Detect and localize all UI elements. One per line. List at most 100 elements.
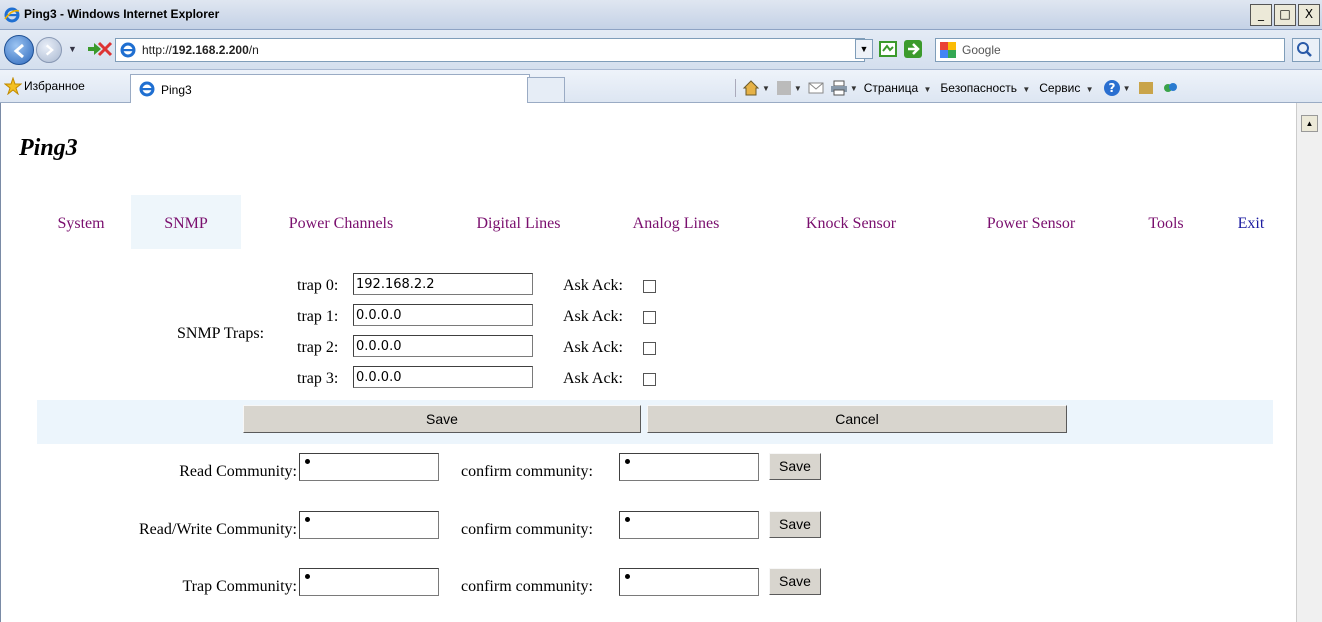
close-button[interactable]: X (1298, 4, 1320, 26)
community-label: Read/Write Community: (139, 521, 297, 538)
forward-button[interactable] (36, 37, 62, 63)
google-logo-icon (940, 42, 956, 58)
trap-ip-input[interactable] (353, 335, 533, 357)
mail-icon (808, 82, 824, 94)
confirm-community-label: confirm community: (461, 463, 593, 480)
printer-icon (830, 80, 847, 96)
community-save-button[interactable]: Save (769, 568, 821, 595)
address-toolbar: ▼ http://192.168.2.200/n ▼ Google (0, 30, 1322, 70)
trap-ip-input[interactable] (353, 366, 533, 388)
trap-community-row: Trap Community: confirm community: Save (37, 568, 937, 598)
confirm-community-input[interactable] (619, 453, 759, 481)
search-placeholder: Google (962, 43, 1001, 57)
page-content: Ping3 System SNMP Power Channels Digital… (0, 103, 1297, 622)
tab-power-sensor[interactable]: Power Sensor (956, 195, 1106, 249)
search-icon (1297, 42, 1312, 57)
messenger-icon (1163, 83, 1177, 92)
confirm-community-input[interactable] (619, 511, 759, 539)
mail-button[interactable] (808, 81, 824, 95)
save-cancel-bar: Save Cancel (37, 400, 1273, 444)
browser-tab[interactable]: Ping3 (130, 74, 530, 103)
trap-label: trap 0: (297, 277, 339, 294)
page-favicon-icon (120, 42, 136, 58)
ask-ack-label: Ask Ack: (563, 277, 623, 294)
password-dot (625, 517, 630, 522)
tab-digital-lines[interactable]: Digital Lines (446, 195, 591, 249)
tab-system[interactable]: System (31, 195, 131, 249)
password-dot (625, 459, 630, 464)
history-dropdown-icon[interactable]: ▼ (68, 44, 77, 54)
feeds-button[interactable]: ▼ (776, 80, 802, 96)
tab-snmp[interactable]: SNMP (131, 195, 241, 249)
community-password-input[interactable] (299, 568, 439, 596)
trap-label: trap 3: (297, 370, 339, 387)
stop-icon[interactable] (95, 39, 115, 59)
read-write-community-row: Read/Write Community: confirm community:… (37, 511, 937, 541)
url-dropdown-icon[interactable]: ▼ (855, 39, 873, 59)
community-password-input[interactable] (299, 453, 439, 481)
command-bar: ▼ ▼ ▼ Страница ▼ Безопасность ▼ Сервис ▼… (735, 79, 1185, 97)
favorites-bar: Избранное Ping3 ▼ ▼ ▼ Страница ▼ Безопас… (0, 70, 1322, 103)
divider (735, 79, 736, 97)
community-save-button[interactable]: Save (769, 511, 821, 538)
research-button[interactable] (1137, 79, 1155, 97)
print-button[interactable]: ▼ (830, 80, 858, 96)
exit-link[interactable]: Exit (1216, 195, 1286, 249)
research-icon (1138, 82, 1153, 94)
internet-explorer-icon (4, 7, 20, 23)
trap-label: trap 1: (297, 308, 339, 325)
password-dot (625, 574, 630, 579)
tools-menu[interactable]: Сервис ▼ (1039, 81, 1093, 95)
rss-icon (776, 81, 791, 95)
tab-knock-sensor[interactable]: Knock Sensor (771, 195, 931, 249)
snmp-traps-label: SNMP Traps: (177, 325, 265, 342)
ask-ack-label: Ask Ack: (563, 370, 623, 387)
password-dot (305, 574, 310, 579)
window-title-bar: Ping3 - Windows Internet Explorer _ □ X (0, 0, 1322, 30)
ask-ack-checkbox[interactable] (643, 280, 656, 293)
community-password-input[interactable] (299, 511, 439, 539)
tab-analog-lines[interactable]: Analog Lines (606, 195, 746, 249)
community-label: Read Community: (179, 463, 297, 480)
password-dot (305, 459, 310, 464)
home-button[interactable]: ▼ (742, 79, 770, 97)
help-button[interactable]: ? ▼ (1103, 79, 1131, 97)
search-input[interactable]: Google (935, 38, 1285, 62)
safety-menu[interactable]: Безопасность ▼ (940, 81, 1030, 95)
cancel-button[interactable]: Cancel (647, 405, 1067, 433)
page-title: Ping3 (19, 135, 78, 161)
ask-ack-label: Ask Ack: (563, 308, 623, 325)
messenger-button[interactable] (1161, 79, 1179, 97)
go-arrow-icon[interactable] (903, 39, 923, 59)
minimize-button[interactable]: _ (1250, 4, 1272, 26)
ask-ack-checkbox[interactable] (643, 373, 656, 386)
window-title: Ping3 - Windows Internet Explorer (24, 7, 220, 21)
save-button[interactable]: Save (243, 405, 641, 433)
tab-power-channels[interactable]: Power Channels (251, 195, 431, 249)
community-save-button[interactable]: Save (769, 453, 821, 480)
ask-ack-checkbox[interactable] (643, 342, 656, 355)
confirm-community-label: confirm community: (461, 521, 593, 538)
url-text: http://192.168.2.200/n (142, 43, 259, 57)
search-button[interactable] (1292, 38, 1320, 62)
community-label: Trap Community: (182, 578, 297, 595)
ask-ack-checkbox[interactable] (643, 311, 656, 324)
back-arrow-icon (13, 43, 24, 59)
tab-favicon-icon (139, 81, 155, 97)
tab-tools[interactable]: Tools (1126, 195, 1206, 249)
trap-ip-input[interactable] (353, 304, 533, 326)
trap-ip-input[interactable] (353, 273, 533, 295)
maximize-button[interactable]: □ (1274, 4, 1296, 26)
page-menu[interactable]: Страница ▼ (864, 81, 932, 95)
favorites-star-icon[interactable] (4, 77, 22, 95)
scroll-up-icon[interactable]: ▲ (1301, 115, 1318, 132)
new-tab-button[interactable] (527, 77, 565, 103)
favorites-label[interactable]: Избранное (24, 79, 85, 93)
vertical-scrollbar[interactable]: ▲ (1296, 103, 1322, 622)
confirm-community-label: confirm community: (461, 578, 593, 595)
address-input[interactable]: http://192.168.2.200/n (115, 38, 865, 62)
compat-view-icon[interactable] (878, 39, 898, 59)
back-button[interactable] (4, 35, 34, 65)
password-dot (305, 517, 310, 522)
confirm-community-input[interactable] (619, 568, 759, 596)
